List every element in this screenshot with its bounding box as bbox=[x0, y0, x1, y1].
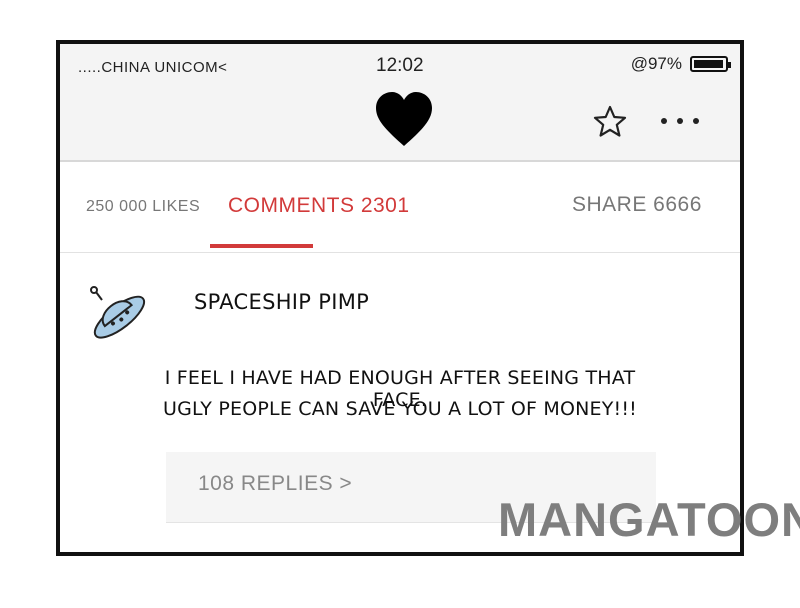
comment-body-line: UGLY PEOPLE CAN SAVE YOU A LOT OF MONEY!… bbox=[163, 398, 637, 420]
battery-fill bbox=[694, 60, 724, 68]
battery-status: @97% bbox=[630, 54, 731, 74]
tab-share[interactable]: SHARE 6666 bbox=[572, 193, 702, 217]
phone-screen: .....CHINA UNICOM< 12:02 @97% 250 000 LI… bbox=[56, 40, 744, 556]
spaceship-avatar[interactable] bbox=[82, 278, 152, 344]
clock: 12:02 bbox=[376, 55, 424, 76]
post-header bbox=[60, 88, 740, 162]
heart-icon[interactable] bbox=[372, 88, 436, 152]
star-icon[interactable] bbox=[592, 104, 628, 140]
replies-label: 108 REPLIES > bbox=[198, 472, 353, 495]
watermark-logo: MANGATOON bbox=[498, 493, 800, 546]
more-icon[interactable] bbox=[658, 114, 702, 128]
active-tab-indicator bbox=[210, 244, 313, 248]
engagement-tabs: 250 000 LIKES COMMENTS 2301 SHARE 6666 bbox=[60, 162, 740, 253]
comment-author[interactable]: SPACESHIP PIMP bbox=[194, 290, 369, 314]
battery-icon bbox=[690, 56, 731, 72]
carrier-label: .....CHINA UNICOM< bbox=[78, 59, 228, 76]
tab-comments[interactable]: COMMENTS 2301 bbox=[228, 194, 410, 218]
tab-likes[interactable]: 250 000 LIKES bbox=[86, 198, 200, 216]
battery-percentage: @97% bbox=[630, 54, 682, 73]
status-bar: .....CHINA UNICOM< 12:02 @97% bbox=[60, 44, 740, 88]
